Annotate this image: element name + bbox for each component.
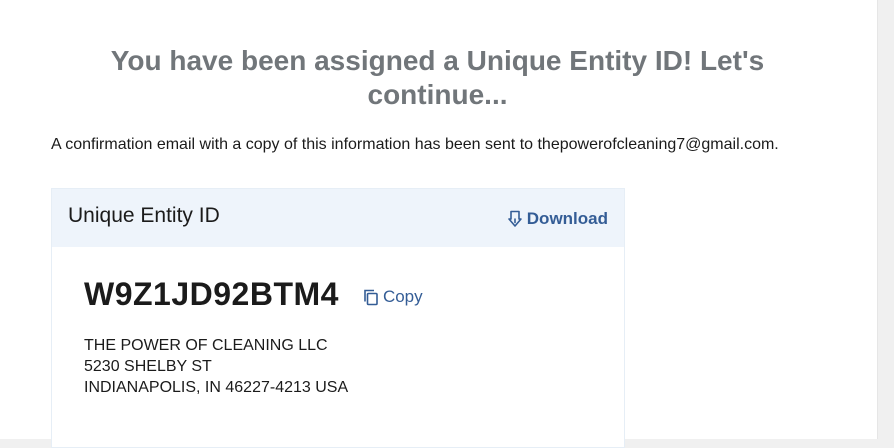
street-address: 5230 SHELBY ST — [84, 358, 212, 375]
download-label: Download — [526, 209, 608, 228]
uei-row: W9Z1JD92BTM4 Copy — [84, 275, 423, 313]
confirmation-notice: A confirmation email with a copy of this… — [51, 136, 779, 153]
entity-name: THE POWER OF CLEANING LLC — [84, 337, 328, 354]
copy-label: Copy — [382, 287, 423, 306]
entity-address: THE POWER OF CLEANING LLC 5230 SHELBY ST… — [84, 335, 348, 398]
vertical-scrollbar[interactable] — [877, 0, 894, 439]
card-header: Unique Entity ID Download — [52, 189, 624, 247]
card-title: Unique Entity ID — [68, 204, 220, 227]
copy-button[interactable]: Copy — [363, 286, 423, 308]
unique-entity-id-card: Unique Entity ID Download W9Z1JD92BTM4 C… — [51, 188, 625, 448]
download-icon — [507, 210, 522, 228]
download-link[interactable]: Download — [507, 208, 608, 230]
page: You have been assigned a Unique Entity I… — [0, 0, 877, 448]
city-state-zip: INDIANAPOLIS, IN 46227-4213 USA — [84, 379, 349, 396]
copy-icon — [363, 289, 379, 306]
page-title: You have been assigned a Unique Entity I… — [110, 45, 765, 110]
unique-entity-id-value: W9Z1JD92BTM4 — [84, 276, 339, 312]
